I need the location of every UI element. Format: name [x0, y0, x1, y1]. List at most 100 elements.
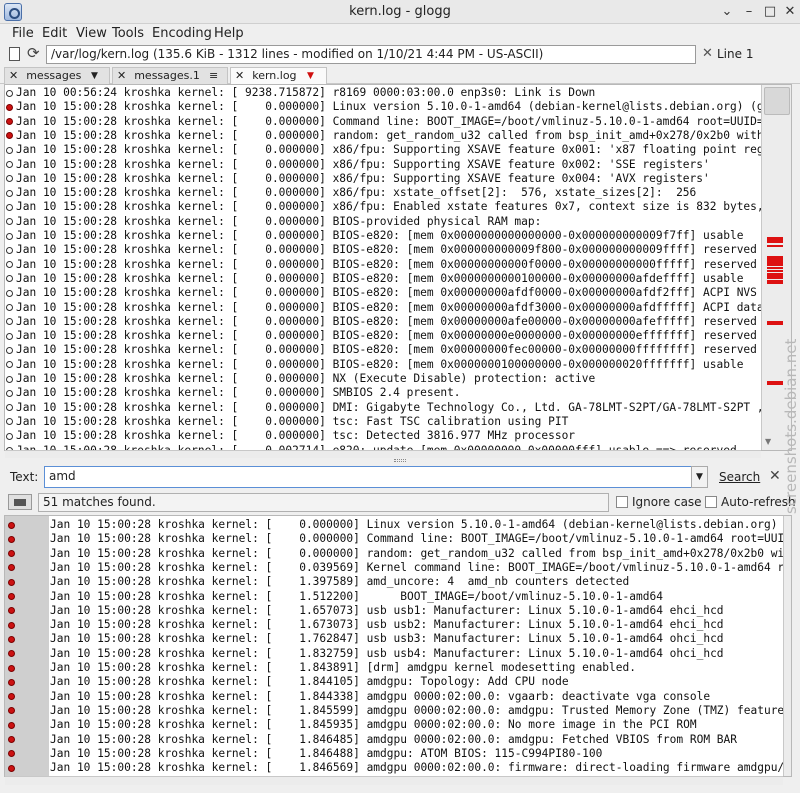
- line-marker-icon[interactable]: [6, 432, 13, 440]
- line-marker-icon[interactable]: [6, 146, 13, 154]
- search-button[interactable]: Search: [719, 470, 760, 484]
- match-marker-icon[interactable]: [8, 578, 15, 586]
- close-tab-icon[interactable]: ✕: [117, 69, 126, 82]
- tab-kern-log[interactable]: ✕ kern.log ▼: [230, 67, 327, 85]
- match-marker-icon[interactable]: [6, 103, 13, 111]
- line-marker-icon[interactable]: [6, 232, 13, 240]
- minimize-window-icon[interactable]: –: [740, 3, 758, 21]
- line-marker-icon[interactable]: [6, 261, 13, 269]
- tab-menu-icon[interactable]: ▼: [307, 68, 314, 84]
- result-line: Jan 10 15:00:28 kroshka kernel: [ 1.6570…: [50, 603, 724, 617]
- search-results-view[interactable]: 2Jan 10 15:00:28 kroshka kernel: [ 0.000…: [4, 515, 792, 777]
- tab-label: messages: [26, 69, 82, 82]
- ignore-case-checkbox[interactable]: [616, 496, 628, 508]
- line-marker-icon[interactable]: [6, 218, 13, 226]
- maximize-window-icon[interactable]: □: [761, 3, 779, 21]
- log-line: Jan 10 15:00:28 kroshka kernel: [ 0.0000…: [16, 243, 757, 257]
- watermark: screenshots.debian.net: [776, 285, 800, 515]
- stop-icon[interactable]: ✕: [702, 46, 713, 61]
- line-marker-icon[interactable]: [6, 89, 13, 97]
- line-marker-icon[interactable]: [6, 175, 13, 183]
- match-marker-icon[interactable]: [8, 764, 15, 772]
- line-marker-icon[interactable]: [6, 375, 13, 383]
- line-marker-icon[interactable]: [6, 275, 13, 283]
- scroll-down-icon[interactable]: ▼: [765, 437, 771, 446]
- match-marker-icon[interactable]: [8, 678, 15, 686]
- results-horizontal-scrollbar[interactable]: [5, 776, 783, 785]
- line-marker-icon[interactable]: [6, 332, 13, 340]
- line-marker-icon[interactable]: [6, 289, 13, 297]
- line-marker-icon[interactable]: [6, 389, 13, 397]
- splitter-handle[interactable]: [394, 459, 406, 462]
- reload-icon[interactable]: ⟳: [27, 44, 40, 62]
- log-line: Jan 10 15:00:28 kroshka kernel: [ 0.0000…: [16, 143, 764, 157]
- search-history-dropdown[interactable]: ▼: [691, 466, 708, 488]
- line-indicator: Line 1: [717, 47, 754, 61]
- log-line: Jan 10 15:00:28 kroshka kernel: [ 0.0000…: [16, 100, 764, 114]
- line-marker-icon[interactable]: [6, 361, 13, 369]
- line-marker-icon[interactable]: [6, 346, 13, 354]
- match-marker-icon[interactable]: [8, 535, 15, 543]
- open-file-icon[interactable]: [9, 47, 20, 61]
- menu-view[interactable]: View: [76, 26, 107, 41]
- close-window-icon[interactable]: ✕: [781, 3, 799, 21]
- line-marker-icon[interactable]: [6, 246, 13, 254]
- line-marker-icon[interactable]: [6, 189, 13, 197]
- log-line: Jan 10 15:00:28 kroshka kernel: [ 0.0000…: [16, 372, 596, 385]
- log-line: Jan 10 15:00:28 kroshka kernel: [ 0.0000…: [16, 128, 764, 142]
- tab-label: messages.1: [134, 69, 200, 82]
- line-marker-icon[interactable]: [6, 203, 13, 211]
- log-line: Jan 10 15:00:28 kroshka kernel: [ 0.0000…: [16, 400, 764, 414]
- log-line: Jan 10 15:00:28 kroshka kernel: [ 0.0000…: [16, 343, 757, 357]
- log-line: Jan 10 15:00:28 kroshka kernel: [ 0.0000…: [16, 357, 744, 371]
- result-line: Jan 10 15:00:28 kroshka kernel: [ 1.8438…: [50, 661, 636, 674]
- result-line: Jan 10 15:00:28 kroshka kernel: [ 1.8459…: [50, 718, 697, 732]
- tab-messages[interactable]: ✕ messages ▼: [4, 67, 110, 84]
- line-marker-icon[interactable]: [6, 161, 13, 168]
- log-line: Jan 10 15:00:28 kroshka kernel: [ 0.0000…: [16, 329, 757, 343]
- result-line: Jan 10 15:00:28 kroshka kernel: [ 1.3975…: [50, 575, 630, 589]
- match-marker-icon[interactable]: [8, 721, 15, 729]
- close-tab-icon[interactable]: ✕: [235, 69, 244, 82]
- menu-file[interactable]: File: [12, 26, 34, 41]
- menu-tools[interactable]: Tools: [112, 26, 144, 41]
- result-line: Jan 10 15:00:28 kroshka kernel: [ 1.8465…: [50, 761, 785, 775]
- menu-edit[interactable]: Edit: [42, 26, 67, 41]
- overview-match-tick: [767, 241, 783, 243]
- match-marker-icon[interactable]: [8, 635, 15, 643]
- result-line: Jan 10 15:00:28 kroshka kernel: [ 0.0000…: [50, 518, 778, 531]
- tab-menu-icon[interactable]: ▼: [91, 68, 98, 84]
- result-line: Jan 10 15:00:28 kroshka kernel: [ 1.8443…: [50, 689, 711, 703]
- log-line: Jan 10 15:00:28 kroshka kernel: [ 0.0000…: [16, 271, 744, 285]
- match-marker-icon[interactable]: [6, 132, 13, 140]
- result-line: Jan 10 15:00:28 kroshka kernel: [ 0.0395…: [50, 560, 791, 574]
- log-horizontal-scrollbar[interactable]: [5, 450, 761, 458]
- match-marker-icon[interactable]: [8, 736, 15, 743]
- log-line: Jan 10 15:00:28 kroshka kernel: [ 0.0000…: [16, 214, 542, 228]
- match-marker-icon[interactable]: [6, 118, 13, 126]
- match-marker-icon[interactable]: [8, 593, 15, 600]
- match-marker-icon[interactable]: [8, 664, 15, 672]
- log-line: Jan 10 15:00:28 kroshka kernel: [ 0.0000…: [16, 300, 764, 314]
- result-line: Jan 10 15:00:28 kroshka kernel: [ 0.0000…: [50, 546, 791, 560]
- menu-encoding[interactable]: Encoding: [152, 26, 212, 41]
- tab-menu-icon[interactable]: ≡: [209, 68, 218, 84]
- search-input[interactable]: amd: [44, 466, 692, 488]
- match-marker-icon[interactable]: [8, 621, 15, 629]
- tab-messages-1[interactable]: ✕ messages.1 ≡: [112, 67, 228, 84]
- line-marker-icon[interactable]: [6, 418, 13, 426]
- main-log-view[interactable]: Jan 10 00:56:24 kroshka kernel: [ 9238.7…: [4, 84, 792, 451]
- line-marker-icon[interactable]: [6, 304, 13, 311]
- tab-label: kern.log: [252, 69, 297, 82]
- results-vertical-scrollbar[interactable]: [783, 516, 791, 776]
- log-line: Jan 10 15:00:28 kroshka kernel: [ 0.0000…: [16, 171, 710, 185]
- close-tab-icon[interactable]: ✕: [9, 69, 18, 82]
- result-line: Jan 10 15:00:28 kroshka kernel: [ 1.8441…: [50, 675, 569, 689]
- auto-refresh-checkbox[interactable]: [705, 496, 717, 508]
- overview-match-tick: [767, 245, 783, 247]
- collapse-window-icon[interactable]: ⌄: [718, 3, 736, 21]
- match-marker-icon[interactable]: [8, 521, 15, 529]
- line-marker-icon[interactable]: [6, 318, 13, 326]
- menu-help[interactable]: Help: [214, 26, 244, 41]
- line-marker-icon[interactable]: [6, 404, 13, 412]
